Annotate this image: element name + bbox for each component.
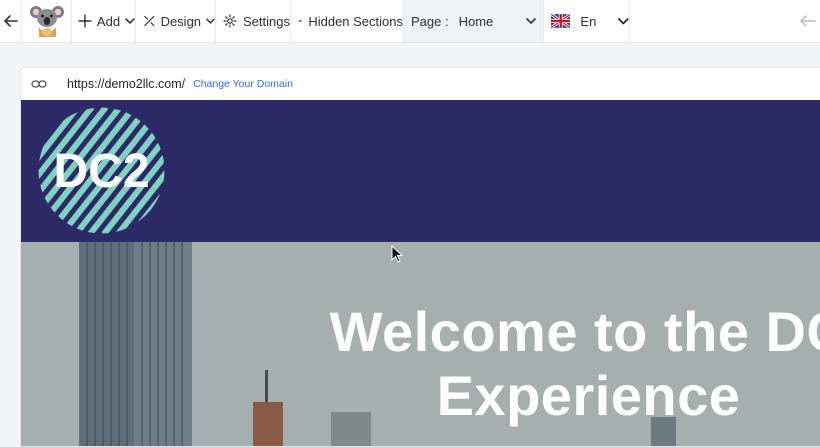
language-label: En [580, 13, 597, 29]
change-domain-link[interactable]: Change Your Domain [193, 78, 293, 90]
koala-logo-icon [29, 6, 64, 37]
link-icon [21, 79, 57, 89]
add-label: Add [96, 13, 121, 29]
site-url: https://demo2llc.com/ [67, 77, 186, 91]
add-menu-button[interactable]: Add [72, 0, 136, 42]
site-logo[interactable]: DC2 [38, 107, 165, 234]
gear-icon [223, 14, 237, 28]
page-label: Page : [411, 13, 449, 29]
chevron-down-icon [206, 18, 215, 24]
hero-title-line-2: Experience [436, 364, 741, 427]
hero-title-line-1: Welcome to the DC [329, 300, 820, 363]
back-button[interactable] [0, 0, 22, 42]
arrow-left-icon [3, 15, 18, 27]
page-value: Home [458, 13, 494, 29]
settings-label: Settings [243, 13, 290, 29]
plus-icon [78, 14, 92, 28]
toolbar-right [630, 0, 820, 42]
site-logo-text: DC2 [53, 145, 149, 198]
domain-bar: https://demo2llc.com/ Change Your Domain [21, 68, 820, 100]
chevron-down-icon [618, 17, 629, 25]
site-preview-frame: https://demo2llc.com/ Change Your Domain [20, 67, 820, 447]
paint-icon [144, 15, 155, 27]
hero-section[interactable]: Welcome to the DC Experience [21, 242, 820, 446]
language-selector[interactable]: En [544, 0, 630, 42]
undo-icon[interactable] [800, 14, 816, 28]
hidden-sections-button[interactable]: Hidden Sections [291, 0, 404, 42]
page-selector-text: Page : Home [411, 14, 493, 29]
settings-button[interactable]: Settings [216, 0, 291, 42]
app-logo[interactable] [22, 0, 72, 42]
page-selector[interactable]: Page : Home [404, 0, 544, 42]
site-header[interactable]: DC2 [21, 100, 820, 242]
design-label: Design [160, 13, 202, 29]
uk-flag-icon [551, 14, 571, 28]
mouse-cursor-icon [391, 245, 403, 263]
hero-title: Welcome to the DC Experience [21, 300, 820, 428]
editor-toolbar: Add Design Settings Hidden Sections Page… [0, 0, 820, 43]
chevron-down-icon [125, 17, 135, 24]
hidden-sections-label: Hidden Sections [308, 13, 403, 29]
chevron-down-icon [526, 17, 536, 24]
eye-slash-icon [298, 19, 303, 23]
design-menu-button[interactable]: Design [136, 0, 216, 42]
